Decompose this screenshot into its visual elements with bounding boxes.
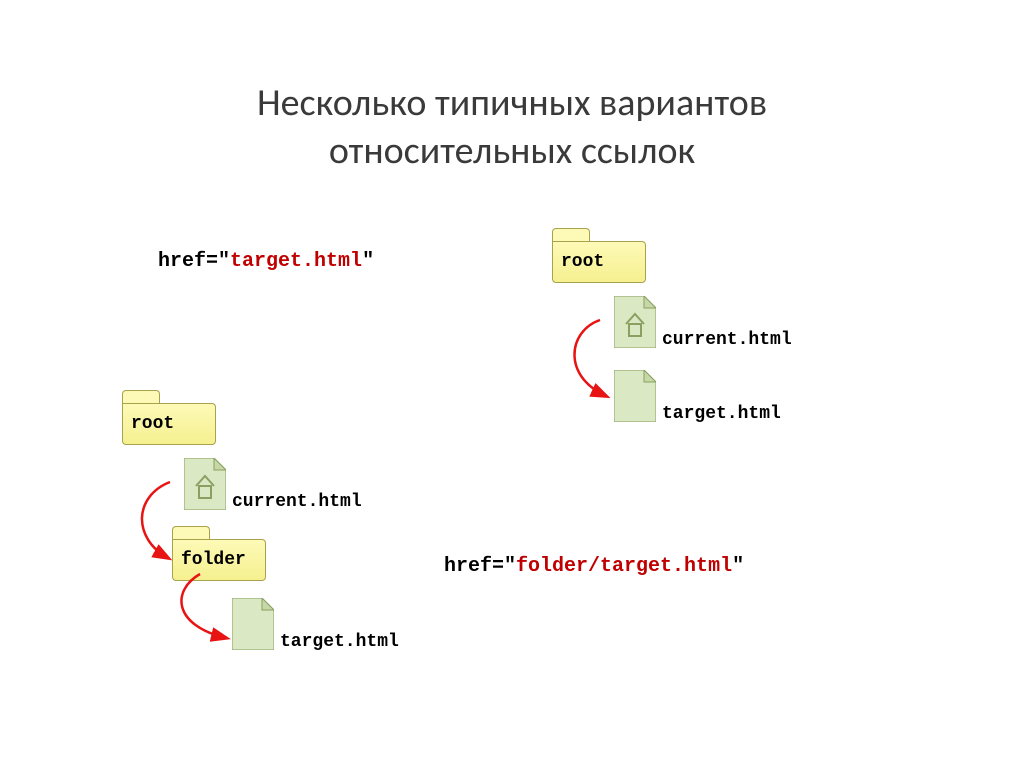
title-line2: относительных ссылок [329,128,695,174]
folder-icon-root-1: root [552,228,648,284]
code-example-1: href="target.html" [158,250,374,273]
file-icon-current-2 [184,458,226,510]
title-line1: Несколько типичных вариантов [257,80,767,126]
arrow-1 [560,316,620,406]
file-label-target-1: target.html [662,404,781,424]
quote-open: " [218,250,230,273]
arrow-2b [170,570,240,650]
folder-label: folder [181,550,246,570]
href-keyword: href= [158,250,218,273]
folder-label: root [561,252,604,272]
href-value-1: target.html [230,250,362,273]
href-value-2: folder/target.html [516,555,732,578]
quote-close: " [362,250,374,273]
quote-open: " [504,555,516,578]
file-label-current-1: current.html [662,330,792,350]
file-label-target-2: target.html [280,632,399,652]
folder-icon-root-2: root [122,390,218,446]
file-icon-target-2 [232,598,274,650]
folder-icon-sub: folder [172,526,268,582]
code-example-2: href="folder/target.html" [444,555,744,578]
file-icon-target-1 [614,370,656,422]
page-title: Несколько типичных вариантов относительн… [0,80,1024,175]
folder-label: root [131,414,174,434]
file-label-current-2: current.html [232,492,362,512]
quote-close: " [732,555,744,578]
href-keyword: href= [444,555,504,578]
file-icon-current-1 [614,296,656,348]
